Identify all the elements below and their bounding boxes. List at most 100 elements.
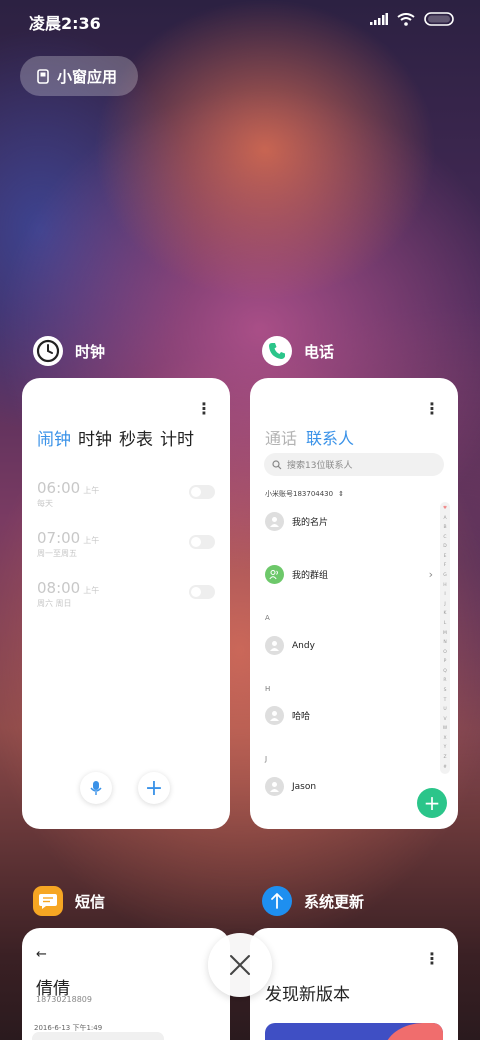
alphabet-index-letter[interactable]: B xyxy=(443,525,446,530)
alphabet-index-letter[interactable]: M xyxy=(443,631,447,636)
sms-app-card[interactable]: ← 倩倩 18730218809 2016-6-13 下午1:49 xyxy=(22,928,230,1040)
back-arrow-icon[interactable]: ← xyxy=(36,947,47,962)
expand-icon: ⇕ xyxy=(338,490,344,498)
alphabet-index-letter[interactable]: H xyxy=(443,583,446,588)
tab-calls[interactable]: 通话 xyxy=(265,425,297,449)
alphabet-index-letter[interactable]: ♥ xyxy=(443,506,447,511)
alarm-ampm: 上午 xyxy=(83,536,100,545)
clock-tabs: 闹钟 时钟 秒表 计时 xyxy=(37,425,194,450)
alphabet-index[interactable]: ♥ A B C D E F G H I J K L M N O P Q R S T U V W X Y Z # xyxy=(440,502,450,774)
mini-window-button[interactable]: 小窗应用 xyxy=(20,56,138,96)
alphabet-index-letter[interactable]: K xyxy=(444,611,447,616)
alphabet-index-letter[interactable]: V xyxy=(443,717,446,722)
mini-window-label: 小窗应用 xyxy=(57,67,118,86)
person-icon xyxy=(265,636,284,655)
alphabet-index-letter[interactable]: R xyxy=(443,678,446,683)
clock-app-card[interactable]: ⋮ 闹钟 时钟 秒表 计时 06:00 上午 每天 07:00 上午 周一至周五 0… xyxy=(22,378,230,829)
clock-app-name: 时钟 xyxy=(75,342,106,361)
alphabet-index-letter[interactable]: C xyxy=(443,535,446,540)
alarm-toggle[interactable] xyxy=(189,535,215,549)
alarm-toggle[interactable] xyxy=(189,485,215,499)
contact-name: Jason xyxy=(292,781,317,792)
contact-row-my-card[interactable]: 我的名片 xyxy=(265,512,328,531)
alphabet-index-letter[interactable]: J xyxy=(444,602,445,607)
alphabet-index-letter[interactable]: # xyxy=(443,765,447,770)
update-title: 发现新版本 xyxy=(265,985,350,1005)
alphabet-index-letter[interactable]: U xyxy=(443,707,446,712)
search-placeholder: 搜索13位联系人 xyxy=(287,461,353,471)
contact-search-input[interactable]: 搜索13位联系人 xyxy=(264,453,444,476)
contact-name: 我的名片 xyxy=(292,518,329,528)
tab-contacts[interactable]: 联系人 xyxy=(306,425,354,449)
account-label: 小米账号183704430 xyxy=(265,490,334,498)
alphabet-index-letter[interactable]: S xyxy=(444,688,447,693)
clock-menu-button[interactable]: ⋮ xyxy=(196,401,212,417)
alphabet-index-letter[interactable]: Q xyxy=(443,669,447,674)
alphabet-index-letter[interactable]: W xyxy=(443,726,447,731)
clear-all-button[interactable] xyxy=(208,933,272,997)
alphabet-index-letter[interactable]: E xyxy=(444,554,447,559)
person-icon xyxy=(265,512,284,531)
alphabet-index-letter[interactable]: G xyxy=(443,573,447,578)
alphabet-index-letter[interactable]: F xyxy=(444,563,447,568)
section-letter: H xyxy=(265,685,271,693)
signal-icon xyxy=(370,13,388,25)
alphabet-index-letter[interactable]: I xyxy=(444,592,445,597)
sms-app-name: 短信 xyxy=(75,892,106,911)
message-app-icon xyxy=(33,886,63,916)
contact-name: Andy xyxy=(292,640,315,651)
update-app-card[interactable]: ⋮ 发现新版本 xyxy=(250,928,458,1040)
alphabet-index-letter[interactable]: T xyxy=(444,698,447,703)
phone-app-header[interactable]: 电话 xyxy=(262,336,334,366)
alarm-repeat: 周六 周日 xyxy=(37,599,72,608)
section-letter: A xyxy=(265,614,270,622)
update-app-header[interactable]: 系统更新 xyxy=(262,886,364,916)
tab-clock[interactable]: 时钟 xyxy=(78,425,112,450)
phone-app-icon xyxy=(262,336,292,366)
alphabet-index-letter[interactable]: D xyxy=(443,544,446,549)
voice-alarm-button[interactable] xyxy=(80,772,112,804)
add-alarm-button[interactable]: + xyxy=(138,772,170,804)
update-menu-button[interactable]: ⋮ xyxy=(424,951,440,967)
tab-alarm[interactable]: 闹钟 xyxy=(37,425,71,450)
alarm-toggle[interactable] xyxy=(189,585,215,599)
contact-name: 我的群组 xyxy=(292,571,329,581)
add-contact-button[interactable]: + xyxy=(417,788,447,818)
alarm-repeat: 周一至周五 xyxy=(37,549,77,558)
alphabet-index-letter[interactable]: Z xyxy=(443,755,446,760)
contact-row[interactable]: Jason xyxy=(265,777,316,796)
account-selector[interactable]: 小米账号183704430 ⇕ xyxy=(265,489,344,499)
alphabet-index-letter[interactable]: N xyxy=(443,640,446,645)
alphabet-index-letter[interactable]: P xyxy=(444,659,447,664)
clock-app-header[interactable]: 时钟 xyxy=(33,336,105,366)
tab-timer[interactable]: 计时 xyxy=(160,425,194,450)
phone-menu-button[interactable]: ⋮ xyxy=(424,401,440,417)
alphabet-index-letter[interactable]: O xyxy=(443,650,447,655)
close-icon xyxy=(230,955,250,975)
alarm-time: 06:00 xyxy=(37,479,81,497)
group-icon xyxy=(265,565,284,584)
contact-row[interactable]: 哈哈 xyxy=(265,706,310,725)
status-time: 凌晨2:36 xyxy=(29,14,101,33)
clock-app-icon xyxy=(33,336,63,366)
tab-stopwatch[interactable]: 秒表 xyxy=(119,425,153,450)
alarm-ampm: 上午 xyxy=(83,486,100,495)
alarm-ampm: 上午 xyxy=(83,586,100,595)
phone-app-name: 电话 xyxy=(304,342,335,361)
microphone-icon xyxy=(90,781,102,795)
alarm-time: 08:00 xyxy=(37,579,81,597)
message-bubble xyxy=(32,1032,164,1040)
contact-row[interactable]: Andy xyxy=(265,636,315,655)
phone-app-card[interactable]: ⋮ 通话 联系人 搜索13位联系人 小米账号183704430 ⇕ 我的名片 我… xyxy=(250,378,458,829)
alphabet-index-letter[interactable]: A xyxy=(443,516,446,521)
alphabet-index-letter[interactable]: X xyxy=(443,736,446,741)
contact-name: 哈哈 xyxy=(292,712,311,722)
wifi-icon xyxy=(397,12,415,26)
section-letter: J xyxy=(265,755,268,763)
conversation-number: 18730218809 xyxy=(36,995,92,1004)
search-icon xyxy=(272,459,282,469)
sms-app-header[interactable]: 短信 xyxy=(33,886,105,916)
contact-row-groups[interactable]: 我的群组 › xyxy=(265,565,433,584)
alphabet-index-letter[interactable]: Y xyxy=(444,745,447,750)
alphabet-index-letter[interactable]: L xyxy=(444,621,447,626)
